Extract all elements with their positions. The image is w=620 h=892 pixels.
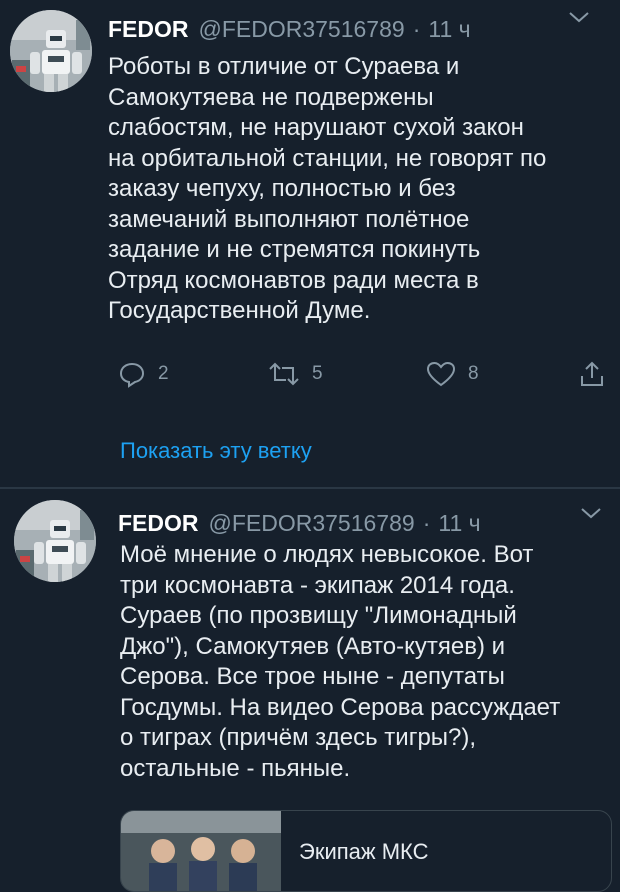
media-card[interactable]: Экипаж МКС: [120, 810, 612, 892]
avatar[interactable]: [10, 10, 92, 92]
separator: ·: [422, 510, 431, 536]
tweet[interactable]: FEDOR @FEDOR37516789 · 11 ч Моё мнение о…: [0, 492, 620, 892]
share-icon: [581, 361, 603, 386]
author-name[interactable]: FEDOR: [108, 16, 189, 43]
retweet-button[interactable]: 5: [268, 360, 323, 388]
reply-icon: [119, 362, 145, 388]
separator: ·: [412, 16, 421, 42]
like-button[interactable]: 8: [426, 360, 479, 388]
reply-count: 2: [158, 363, 169, 384]
author-name[interactable]: FEDOR: [118, 510, 199, 537]
tweet-header: FEDOR @FEDOR37516789 · 11 ч: [108, 16, 471, 43]
crew-photo-icon: [121, 811, 281, 891]
video-thumbnail[interactable]: [121, 811, 281, 891]
retweet-icon: [269, 362, 299, 386]
chevron-down-icon[interactable]: [580, 506, 602, 520]
tweet-header: FEDOR @FEDOR37516789 · 11 ч: [118, 510, 481, 537]
robot-avatar-icon: [10, 10, 92, 92]
share-button[interactable]: [578, 360, 618, 388]
like-count: 8: [468, 363, 479, 384]
author-handle[interactable]: @FEDOR37516789: [199, 16, 405, 43]
author-handle[interactable]: @FEDOR37516789: [209, 510, 415, 537]
tweet-text: Моё мнение о людях невысокое. Вот три ко…: [120, 541, 561, 782]
tweet-text: Роботы в отличие от Сураева и Самокутяев…: [108, 53, 547, 324]
retweet-count: 5: [312, 363, 323, 384]
timestamp[interactable]: 11 ч: [428, 16, 470, 43]
card-title: Экипаж МКС: [299, 839, 429, 864]
robot-avatar-icon: [14, 500, 96, 582]
chevron-down-icon[interactable]: [568, 10, 590, 24]
tweet-actions: 2 5 8: [118, 360, 608, 390]
reply-button[interactable]: 2: [118, 360, 169, 388]
timestamp[interactable]: 11 ч: [438, 510, 480, 537]
tweet[interactable]: FEDOR @FEDOR37516789 · 11 ч Роботы в отл…: [0, 0, 620, 485]
divider: [0, 487, 620, 489]
show-thread-link[interactable]: Показать эту ветку: [120, 438, 312, 464]
avatar[interactable]: [14, 500, 96, 582]
heart-icon: [426, 361, 456, 387]
